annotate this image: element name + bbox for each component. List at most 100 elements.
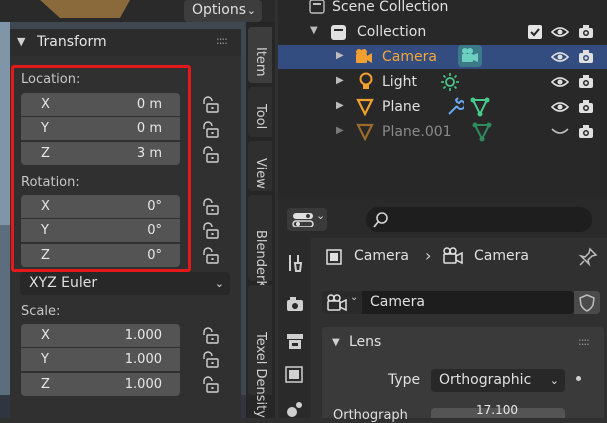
breadcrumb-data: Camera bbox=[474, 248, 529, 264]
light-data-icon[interactable] bbox=[440, 72, 460, 92]
lock-icon[interactable] bbox=[201, 121, 219, 139]
tab-label: Texel Density bbox=[253, 332, 268, 418]
tab-blenderkit[interactable]: BlenderKit bbox=[248, 195, 272, 298]
camera-render-icon[interactable] bbox=[578, 24, 594, 40]
tab-view[interactable]: View bbox=[248, 141, 272, 191]
lock-icon[interactable] bbox=[201, 247, 219, 265]
type-label: Type bbox=[388, 372, 421, 388]
tab-label: View bbox=[253, 158, 268, 189]
collapse-arrow-icon[interactable]: ▼ bbox=[17, 35, 25, 48]
chevron-down-icon: ⌄ bbox=[549, 374, 559, 387]
object-icon bbox=[326, 249, 342, 265]
properties-tabs bbox=[278, 238, 311, 418]
camera-render-icon[interactable] bbox=[578, 99, 594, 115]
lock-icon[interactable] bbox=[201, 96, 219, 114]
camera-object-icon bbox=[356, 49, 372, 63]
outliner-row-light[interactable]: ▶ Light bbox=[278, 70, 607, 94]
scale-x-field[interactable]: X 1.000 bbox=[21, 324, 180, 347]
breadcrumb-separator-icon: › bbox=[425, 246, 432, 265]
highlight-box bbox=[11, 65, 191, 272]
scale-z-field[interactable]: Z 1.000 bbox=[21, 373, 180, 396]
light-object-icon bbox=[359, 72, 373, 89]
chevron-down-icon: ⌄ bbox=[214, 277, 224, 290]
field-value: 1.000 bbox=[124, 377, 162, 392]
collection-row[interactable]: ▼ Collection bbox=[278, 21, 607, 45]
camera-data-icon[interactable] bbox=[458, 45, 482, 67]
checkbox-icon[interactable] bbox=[528, 25, 542, 39]
lock-icon[interactable] bbox=[201, 327, 219, 345]
lens-panel-title: Lens bbox=[349, 334, 382, 350]
expand-arrow-icon[interactable]: ▶ bbox=[336, 100, 344, 111]
camera-render-icon[interactable] bbox=[578, 124, 594, 140]
collection-icon bbox=[331, 25, 346, 40]
tab-label: BlenderKit bbox=[253, 230, 268, 298]
tool-settings-icon[interactable] bbox=[285, 253, 305, 273]
render-settings-icon[interactable] bbox=[285, 296, 305, 314]
datablock-browse-button[interactable]: ⌄ bbox=[322, 291, 362, 314]
eye-closed-icon[interactable] bbox=[551, 128, 569, 136]
tab-tool[interactable]: Tool bbox=[248, 87, 272, 137]
eye-icon[interactable] bbox=[551, 26, 569, 38]
wrench-modifier-icon[interactable] bbox=[446, 97, 464, 117]
eye-icon[interactable] bbox=[551, 101, 569, 113]
lock-icon[interactable] bbox=[201, 222, 219, 240]
tab-texel-density[interactable]: Texel Density bbox=[248, 285, 272, 418]
object-name: Camera bbox=[382, 49, 437, 65]
camera-render-icon[interactable] bbox=[578, 49, 594, 65]
axis-label: Z bbox=[41, 377, 50, 392]
fake-user-button[interactable] bbox=[574, 291, 600, 314]
shield-icon bbox=[579, 294, 595, 312]
camera-type-dropdown[interactable]: Orthographic ⌄ bbox=[431, 369, 565, 392]
scale-y-field[interactable]: Y 1.000 bbox=[21, 348, 180, 371]
expand-arrow-icon[interactable]: ▶ bbox=[336, 125, 344, 136]
options-dropdown[interactable]: Options ⌄ bbox=[184, 0, 262, 22]
mesh-data-icon[interactable] bbox=[470, 97, 490, 117]
mesh-data-icon[interactable] bbox=[472, 122, 492, 142]
options-label: Options bbox=[192, 2, 247, 18]
object-name: Light bbox=[382, 74, 417, 90]
collapse-arrow-icon[interactable]: ▼ bbox=[332, 337, 340, 348]
rotation-mode-dropdown[interactable]: XYZ Euler ⌄ bbox=[20, 272, 230, 295]
breadcrumb-object: Camera bbox=[354, 248, 409, 264]
properties-search-input[interactable] bbox=[366, 207, 592, 232]
eye-icon[interactable] bbox=[551, 76, 569, 88]
axis-label: X bbox=[41, 328, 50, 343]
camera-data-icon bbox=[443, 247, 463, 265]
ortho-scale-field[interactable]: 17.100 bbox=[431, 403, 565, 418]
outliner-row-plane[interactable]: ▶ Plane bbox=[278, 95, 607, 119]
datablock-name-field[interactable]: Camera bbox=[362, 291, 574, 314]
ortho-scale-value: 17.100 bbox=[476, 403, 518, 417]
pin-icon[interactable] bbox=[578, 247, 598, 267]
tab-item[interactable]: Item bbox=[248, 27, 272, 83]
chevron-down-icon: ⌄ bbox=[316, 209, 326, 222]
rotation-mode-value: XYZ Euler bbox=[29, 275, 98, 291]
editor-type-dropdown[interactable]: ⌄ bbox=[287, 208, 327, 231]
object-name: Plane.001 bbox=[382, 124, 452, 140]
outliner-row-plane-001[interactable]: ▶ Plane.001 bbox=[278, 120, 607, 144]
viewport-background bbox=[0, 225, 10, 418]
orange-object-edge bbox=[40, 0, 130, 18]
panel-title: Transform bbox=[37, 34, 107, 50]
eye-icon[interactable] bbox=[551, 51, 569, 63]
lock-icon[interactable] bbox=[201, 376, 219, 394]
tab-label: Item bbox=[253, 47, 268, 77]
lock-icon[interactable] bbox=[201, 351, 219, 369]
camera-data-icon bbox=[327, 294, 347, 312]
animate-property-icon[interactable] bbox=[576, 376, 581, 381]
collection-label: Collection bbox=[357, 24, 427, 40]
tab-label: Tool bbox=[253, 104, 268, 130]
outliner-row-camera[interactable]: ▶ Camera bbox=[278, 45, 607, 69]
scene-collection-row[interactable]: Scene Collection bbox=[278, 0, 607, 18]
camera-render-icon[interactable] bbox=[578, 74, 594, 90]
drag-handle-icon[interactable]: :::: bbox=[578, 335, 590, 348]
scene-icon[interactable] bbox=[285, 398, 305, 418]
output-settings-icon[interactable] bbox=[285, 332, 305, 350]
view-layer-icon[interactable] bbox=[285, 366, 305, 384]
expand-arrow-icon[interactable]: ▼ bbox=[310, 25, 318, 36]
lock-icon[interactable] bbox=[201, 198, 219, 216]
lock-icon[interactable] bbox=[201, 146, 219, 164]
search-icon bbox=[373, 212, 388, 228]
expand-arrow-icon[interactable]: ▶ bbox=[336, 75, 344, 86]
drag-handle-icon[interactable]: :::: bbox=[216, 34, 228, 47]
expand-arrow-icon[interactable]: ▶ bbox=[336, 50, 344, 61]
